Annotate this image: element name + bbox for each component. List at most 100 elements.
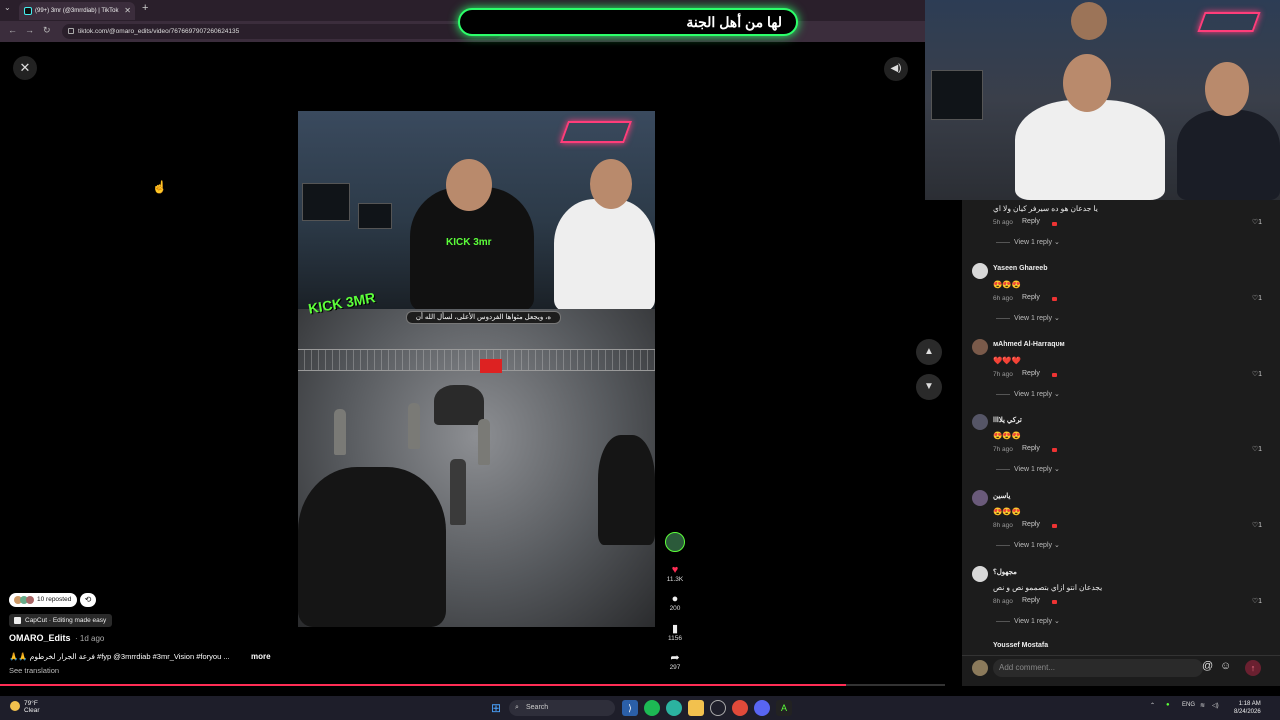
spotify-icon[interactable] xyxy=(644,700,660,716)
see-translation-link[interactable]: See translation xyxy=(9,666,59,675)
comment-like-button[interactable]: ♡1 xyxy=(1252,370,1262,378)
browser-tab[interactable]: (99+) 3mr (@3mrrdiab) | TikTok ✕ xyxy=(19,2,135,20)
comment-like-button[interactable]: ♡1 xyxy=(1252,218,1262,226)
commenter-name[interactable]: تركي يلاااا xyxy=(993,416,1022,424)
commenter-avatar[interactable] xyxy=(972,414,988,430)
video-player[interactable]: KICK 3mr KICK 3MR ه، ويجعل مثواها الفردو… xyxy=(298,111,655,627)
emoji-icon[interactable]: ☺ xyxy=(1220,660,1231,672)
view-replies-button[interactable]: View 1 reply ⌄ xyxy=(996,238,1060,246)
commenter-name[interactable]: Yaseen Ghareeb xyxy=(993,265,1047,272)
tab-close-icon[interactable]: ✕ xyxy=(124,2,131,20)
shirt-text: KICK 3mr xyxy=(446,237,492,248)
figure xyxy=(478,419,490,465)
comment-text: 😍😍😍 xyxy=(993,431,1022,440)
discord-icon[interactable] xyxy=(754,700,770,716)
like-count: 1 xyxy=(1258,522,1262,529)
like-count: 1 xyxy=(1258,446,1262,453)
share-button[interactable]: ➦ 297 xyxy=(660,652,690,671)
file-explorer-icon[interactable] xyxy=(688,700,704,716)
commenter-name[interactable]: ᴍAhmed Al-Harraqᴜᴍ xyxy=(993,341,1065,348)
comment-item: ياسين 😍😍😍 8h ago Reply ♡1 View 1 reply ⌄ xyxy=(962,490,1280,566)
author-name[interactable]: OMARO_Edits xyxy=(9,633,71,643)
tab-search-icon[interactable]: ⌄ xyxy=(4,3,11,12)
previous-video-button[interactable]: ▲ xyxy=(916,339,942,365)
new-tab-icon[interactable]: + xyxy=(142,2,148,14)
reply-button[interactable]: Reply xyxy=(1022,370,1040,377)
commenter-name[interactable]: Youssef Mostafa xyxy=(993,642,1048,649)
mention-icon[interactable]: @ xyxy=(1202,660,1213,672)
view-replies-label: View 1 reply xyxy=(1014,315,1053,322)
settings-icon[interactable] xyxy=(710,700,726,716)
commenter-avatar[interactable] xyxy=(972,339,988,355)
commenter-name[interactable]: مجهول؟ xyxy=(993,568,1017,576)
volume-tray-icon[interactable]: ◁) xyxy=(1212,702,1219,709)
view-replies-button[interactable]: View 1 reply ⌄ xyxy=(996,465,1060,473)
back-icon[interactable]: ← xyxy=(8,25,17,35)
tray-overflow-icon[interactable]: ⌃ xyxy=(1150,702,1155,709)
reposted-badge[interactable]: 10 reposted xyxy=(9,593,78,607)
car-left xyxy=(298,467,446,627)
red-sign xyxy=(480,359,502,373)
add-comment-input[interactable]: Add comment... xyxy=(993,659,1203,677)
reply-button[interactable]: Reply xyxy=(1022,597,1040,604)
chevron-up-icon: ▲ xyxy=(924,346,934,357)
reply-button[interactable]: Reply xyxy=(1022,218,1040,225)
creator-avatar[interactable] xyxy=(665,532,685,552)
reply-button[interactable]: Reply xyxy=(1022,521,1040,528)
comment-like-button[interactable]: ♡1 xyxy=(1252,294,1262,302)
search-icon: ⌕ xyxy=(515,704,519,711)
comment-like-button[interactable]: ♡1 xyxy=(1252,597,1262,605)
view-replies-button[interactable]: View 1 reply ⌄ xyxy=(996,617,1060,625)
moon-icon xyxy=(10,701,20,711)
commenter-avatar[interactable] xyxy=(972,263,988,279)
view-replies-button[interactable]: View 1 reply ⌄ xyxy=(996,541,1060,549)
language-indicator[interactable]: ENG xyxy=(1182,702,1195,708)
taskbar-search[interactable]: ⌕ Search xyxy=(509,700,615,716)
wifi-icon[interactable]: ≋ xyxy=(1200,702,1205,709)
chrome-icon[interactable] xyxy=(732,700,748,716)
figure-main xyxy=(450,459,466,525)
app-icon[interactable]: A xyxy=(776,700,792,716)
capcut-tag[interactable]: CapCut · Editing made easy xyxy=(9,614,113,627)
start-icon[interactable]: ⊞ xyxy=(488,700,504,716)
screen: ⌄ (99+) 3mr (@3mrrdiab) | TikTok ✕ + ← →… xyxy=(0,0,1280,720)
view-replies-button[interactable]: View 1 reply ⌄ xyxy=(996,314,1060,322)
more-link[interactable]: more xyxy=(251,652,271,661)
comment-time: 5h ago xyxy=(993,219,1013,226)
comments-panel[interactable]: يا جدعان هو ده سيرفر كيان ولا اي 5h ago … xyxy=(962,200,1280,686)
edge-icon[interactable] xyxy=(666,700,682,716)
video-progress-bar[interactable] xyxy=(0,684,945,686)
site-info-icon[interactable] xyxy=(68,28,74,34)
save-button[interactable]: ▮ 1156 xyxy=(660,623,690,642)
tiktok-favicon-icon xyxy=(24,7,32,15)
reply-button[interactable]: Reply xyxy=(1022,445,1040,452)
flag-icon xyxy=(1052,297,1057,301)
vscode-icon[interactable]: ⟩ xyxy=(622,700,638,716)
comment-like-button[interactable]: ♡1 xyxy=(1252,445,1262,453)
view-replies-button[interactable]: View 1 reply ⌄ xyxy=(996,390,1060,398)
commenter-avatar[interactable] xyxy=(972,566,988,582)
comment-button[interactable]: ● 200 xyxy=(660,593,690,612)
reload-icon[interactable]: ↻ xyxy=(43,25,51,36)
clock[interactable]: 1:18 AM 8/24/2026 xyxy=(1234,700,1261,716)
next-video-button[interactable]: ▼ xyxy=(916,374,942,400)
tray-app-icon[interactable]: ● xyxy=(1166,702,1170,708)
forward-icon[interactable]: → xyxy=(25,25,34,35)
commenter-avatar[interactable] xyxy=(972,490,988,506)
send-button[interactable]: ↑ xyxy=(1245,660,1261,676)
comment-time: 6h ago xyxy=(993,295,1013,302)
streamer-head xyxy=(446,159,492,211)
volume-button[interactable]: ◀) xyxy=(884,57,908,81)
weather-widget[interactable]: 79°F Clear xyxy=(10,700,40,714)
comment-like-button[interactable]: ♡1 xyxy=(1252,521,1262,529)
stream-scene: KICK 3mr xyxy=(298,111,655,311)
reply-button[interactable]: Reply xyxy=(1022,294,1040,301)
commenter-name[interactable]: ياسين xyxy=(993,492,1010,500)
url-field[interactable]: tiktok.com/@omaro_edits/video/7676697907… xyxy=(62,24,502,39)
repost-button[interactable]: ⟲ xyxy=(80,593,96,607)
top-banner: لها من أهل الجنة xyxy=(458,8,798,36)
close-button[interactable]: ✕ xyxy=(13,56,37,80)
like-button[interactable]: ♥ 11.3K xyxy=(660,564,690,583)
repost-avatar xyxy=(26,596,34,604)
car-center xyxy=(434,385,484,425)
